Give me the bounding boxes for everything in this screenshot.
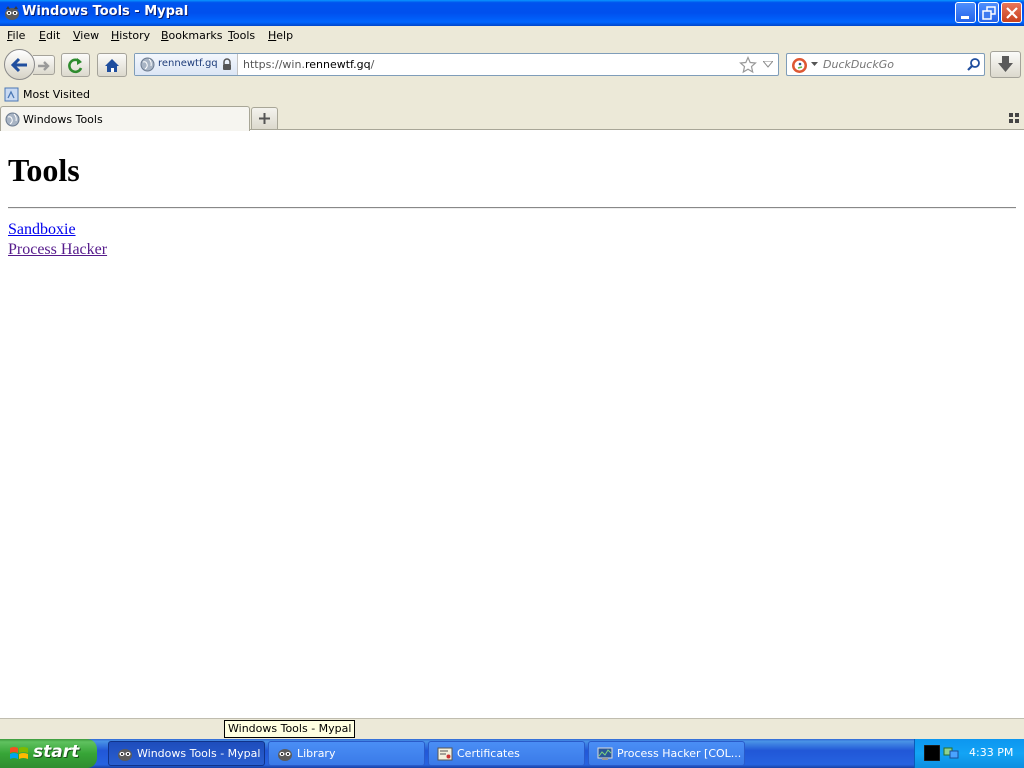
taskbar-item-label: Certificates: [457, 747, 520, 760]
network-icon[interactable]: [943, 745, 959, 761]
back-button[interactable]: [4, 49, 35, 80]
downloads-button[interactable]: [990, 51, 1021, 78]
start-button[interactable]: start: [0, 739, 97, 768]
bookmark-star-icon[interactable]: [739, 56, 757, 74]
menu-edit[interactable]: Edit: [39, 29, 60, 42]
windows-logo-icon: [10, 747, 28, 759]
menu-tools[interactable]: Tools: [228, 29, 255, 42]
console-window-icon[interactable]: [924, 745, 940, 761]
menu-bar: File Edit View History Bookmarks Tools H…: [0, 26, 1024, 46]
start-label: start: [33, 742, 80, 762]
download-arrow-icon: [998, 56, 1013, 72]
link-sandboxie[interactable]: Sandboxie: [8, 221, 76, 239]
process-hacker-icon: [597, 747, 613, 760]
search-engine-dropdown-icon[interactable]: [811, 62, 818, 67]
tab-strip: Windows Tools: [0, 105, 1024, 131]
taskbar-item-label: Windows Tools - Mypal: [137, 747, 261, 760]
clock[interactable]: 4:33 PM: [969, 746, 1013, 759]
url-bar[interactable]: rennewtf.gq https://win.rennewtf.gq/: [134, 53, 779, 76]
site-identity-button[interactable]: rennewtf.gq: [135, 54, 238, 75]
page-heading: Tools: [8, 152, 80, 188]
minimize-icon: [961, 16, 969, 19]
menu-help[interactable]: Help: [268, 29, 293, 42]
reload-icon: [68, 58, 83, 74]
navigation-toolbar: rennewtf.gq https://win.rennewtf.gq/: [0, 46, 1024, 84]
url-text: https://win.rennewtf.gq/: [243, 58, 375, 71]
new-tab-button[interactable]: [251, 107, 278, 129]
link-process-hacker[interactable]: Process Hacker: [8, 241, 107, 259]
tab-label: Windows Tools: [23, 113, 103, 126]
menu-history[interactable]: History: [111, 29, 150, 42]
globe-icon: [5, 112, 20, 127]
restore-icon: [982, 6, 996, 20]
mypal-icon: [5, 6, 19, 20]
search-input[interactable]: [821, 56, 961, 73]
home-button[interactable]: [97, 53, 127, 77]
list-all-tabs-icon[interactable]: [1009, 113, 1019, 123]
horizontal-rule: [8, 207, 1016, 209]
mypal-icon: [118, 749, 132, 761]
forward-arrow-icon: [38, 61, 50, 71]
status-bar: [0, 718, 1024, 739]
taskbar-item-label: Library: [297, 747, 336, 760]
page-content: Tools Sandboxie Process Hacker: [0, 131, 1024, 718]
search-icon[interactable]: [966, 57, 981, 72]
window-title: Windows Tools - Mypal: [22, 4, 189, 19]
url-dropdown-icon[interactable]: [763, 61, 773, 68]
title-bar[interactable]: Windows Tools - Mypal: [0, 0, 1024, 26]
close-button[interactable]: [1001, 2, 1022, 23]
taskbar-item-library[interactable]: Library: [268, 741, 425, 766]
duckduckgo-icon[interactable]: [791, 57, 808, 74]
close-icon: [1006, 7, 1018, 19]
mypal-icon: [278, 749, 292, 761]
taskbar-tooltip: Windows Tools - Mypal: [224, 720, 356, 738]
menu-bookmarks[interactable]: Bookmarks: [161, 29, 222, 42]
plus-icon: [259, 113, 270, 124]
system-tray: 4:33 PM: [914, 739, 1024, 768]
most-visited-label: Most Visited: [23, 88, 90, 101]
back-arrow-icon: [10, 57, 27, 73]
globe-icon: [140, 57, 155, 72]
minimize-button[interactable]: [955, 2, 976, 23]
menu-view[interactable]: View: [73, 29, 99, 42]
taskbar-item-certificates[interactable]: Certificates: [428, 741, 585, 766]
menu-file[interactable]: File: [7, 29, 25, 42]
site-identity-host: rennewtf.gq: [158, 58, 218, 69]
certificates-icon: [437, 747, 453, 761]
home-icon: [105, 59, 119, 72]
most-visited-folder-icon: [4, 87, 19, 102]
bookmarks-toolbar: Most Visited: [0, 84, 1024, 105]
taskbar-item-process-hacker[interactable]: Process Hacker [COL...: [588, 741, 745, 766]
taskbar-item-label: Process Hacker [COL...: [617, 747, 742, 760]
reload-button[interactable]: [61, 53, 90, 77]
tab-windows-tools[interactable]: Windows Tools: [0, 106, 250, 131]
taskbar: start Windows Tools - Mypal Library Cert…: [0, 739, 1024, 768]
taskbar-item-windows-tools[interactable]: Windows Tools - Mypal: [108, 741, 265, 766]
forward-button[interactable]: [33, 55, 55, 75]
search-bar[interactable]: [786, 53, 985, 76]
restore-button[interactable]: [978, 2, 999, 23]
lock-icon: [223, 58, 231, 70]
